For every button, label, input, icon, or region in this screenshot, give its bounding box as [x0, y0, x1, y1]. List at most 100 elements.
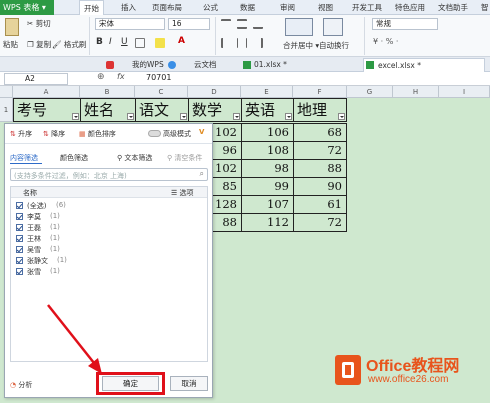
tab-home[interactable]: 开始 — [79, 0, 104, 16]
cell-geography[interactable]: 72 — [293, 213, 347, 232]
tab-content-filter[interactable]: 内容筛选 — [10, 153, 38, 163]
list-item[interactable]: 吴雪 (1) — [16, 245, 196, 255]
tab-more[interactable]: 智 — [481, 0, 489, 15]
header-cell-geography[interactable]: 地理 — [293, 98, 347, 122]
analyze-button[interactable]: ◔ 分析 — [10, 380, 32, 390]
align-top-icon[interactable] — [221, 19, 231, 29]
cell-geography[interactable]: 72 — [293, 141, 347, 160]
header-cell-chinese[interactable]: 语文 — [135, 98, 189, 122]
cell-english[interactable]: 108 — [241, 141, 294, 160]
cell-english[interactable]: 98 — [241, 159, 294, 178]
filter-search-input[interactable]: (支持多条件过滤，例如：北京 上海) ⌕ — [10, 168, 208, 181]
tab-page-layout[interactable]: 页面布局 — [152, 0, 182, 15]
checkbox[interactable] — [16, 235, 23, 242]
tab-doc-assistant[interactable]: 文档助手 — [438, 0, 468, 15]
wrap-text-button[interactable]: 自动换行 — [319, 40, 349, 51]
cell-geography[interactable]: 61 — [293, 195, 347, 214]
merge-center-button[interactable]: 合并居中 ▾ — [283, 40, 319, 51]
header-cell-english[interactable]: 英语 — [241, 98, 294, 122]
header-cell-name[interactable]: 姓名 — [80, 98, 136, 122]
checkbox[interactable] — [16, 213, 23, 220]
checkbox[interactable] — [16, 202, 23, 209]
underline-button[interactable]: U — [121, 37, 128, 47]
tab-view[interactable]: 视图 — [318, 0, 333, 15]
wrap-text-icon[interactable] — [323, 18, 343, 36]
tab-special[interactable]: 特色应用 — [395, 0, 425, 15]
format-painter-button[interactable]: 🖌 格式刷 — [52, 39, 86, 50]
list-item[interactable]: 张静文 (1) — [16, 256, 196, 266]
cancel-button[interactable]: 取消 — [170, 376, 208, 391]
align-left-icon[interactable] — [221, 38, 231, 48]
cell-english[interactable]: 99 — [241, 177, 294, 196]
checkbox[interactable] — [16, 246, 23, 253]
align-bottom-icon[interactable] — [253, 19, 263, 29]
paste-icon[interactable] — [5, 18, 19, 36]
clear-conditions-button[interactable]: ⚲ 清空条件 — [167, 153, 202, 163]
sort-by-color-button[interactable]: ▦ 颜色排序 — [79, 129, 116, 139]
name-box[interactable]: A2 — [4, 73, 68, 85]
list-item[interactable]: 李莫 (1) — [16, 212, 196, 222]
number-format-select[interactable]: 常规 — [372, 18, 438, 30]
tab-data[interactable]: 数据 — [240, 0, 255, 15]
column-header-c[interactable]: C — [135, 86, 188, 98]
header-cell-math[interactable]: 数学 — [188, 98, 242, 122]
tab-developer[interactable]: 开发工具 — [352, 0, 382, 15]
ok-button[interactable]: 确定 — [102, 376, 159, 391]
zoom-icon[interactable]: ⊕ — [97, 72, 105, 82]
currency-icon[interactable]: ¥ · % · — [373, 37, 398, 46]
column-header-i[interactable]: I — [439, 86, 490, 98]
app-menu-button[interactable]: WPS 表格 ▾ — [0, 0, 54, 15]
cell-english[interactable]: 107 — [241, 195, 294, 214]
font-color-icon[interactable]: A — [178, 36, 185, 46]
column-header-b[interactable]: B — [80, 86, 135, 98]
align-center-icon[interactable] — [237, 38, 247, 48]
borders-icon[interactable] — [135, 38, 145, 48]
filter-dropdown-icon[interactable] — [285, 113, 292, 120]
fx-icon[interactable]: fx — [117, 72, 125, 81]
options-button[interactable]: ☰ 选项 — [171, 188, 194, 198]
bold-button[interactable]: B — [96, 37, 103, 47]
cell-geography[interactable]: 68 — [293, 123, 347, 142]
checkbox[interactable] — [16, 224, 23, 231]
checkbox[interactable] — [16, 268, 23, 275]
formula-input[interactable]: 70701 — [146, 73, 171, 82]
tab-insert[interactable]: 插入 — [121, 0, 136, 15]
column-header-d[interactable]: D — [188, 86, 241, 98]
column-header-f[interactable]: F — [293, 86, 347, 98]
header-cell-exam-id[interactable]: 考号 — [13, 98, 81, 122]
checkbox[interactable] — [16, 257, 23, 264]
column-header-g[interactable]: G — [347, 86, 393, 98]
font-family-select[interactable]: 宋体 — [95, 18, 165, 30]
doc-tab-cloud[interactable]: 云文档 — [180, 58, 238, 72]
doc-tab-excel-xlsx[interactable]: excel.xlsx * — [363, 58, 485, 72]
cell-english[interactable]: 112 — [241, 213, 294, 232]
font-size-select[interactable]: 16 — [168, 18, 210, 30]
align-middle-icon[interactable] — [237, 19, 247, 29]
filter-dropdown-icon[interactable] — [338, 113, 345, 120]
doc-tab-01-xlsx[interactable]: 01.xlsx * — [240, 58, 355, 72]
column-header-h[interactable]: H — [393, 86, 439, 98]
cell-english[interactable]: 106 — [241, 123, 294, 142]
paste-button[interactable]: 粘贴 — [3, 39, 18, 50]
filter-dropdown-icon[interactable] — [233, 113, 240, 120]
fill-color-icon[interactable] — [155, 38, 165, 48]
list-item[interactable]: 张雪 (1) — [16, 267, 196, 277]
column-header-e[interactable]: E — [241, 86, 293, 98]
italic-button[interactable]: I — [109, 37, 112, 47]
row-header-1[interactable]: 1 — [0, 98, 13, 122]
select-all-corner[interactable] — [0, 86, 13, 98]
filter-dropdown-icon[interactable] — [180, 113, 187, 120]
cut-button[interactable]: ✂ 剪切 — [27, 18, 51, 29]
search-icon[interactable]: ⌕ — [200, 169, 204, 179]
tab-color-filter[interactable]: 颜色筛选 — [60, 153, 88, 163]
sort-ascending-button[interactable]: ⇅ 升序 — [10, 129, 32, 139]
sort-descending-button[interactable]: ⇅ 降序 — [43, 129, 65, 139]
list-item[interactable]: 王磊 (1) — [16, 223, 196, 233]
align-right-icon[interactable] — [253, 38, 263, 48]
merge-center-icon[interactable] — [285, 18, 313, 36]
copy-button[interactable]: ❐ 复制 — [27, 39, 51, 50]
cell-geography[interactable]: 88 — [293, 159, 347, 178]
tab-formulas[interactable]: 公式 — [203, 0, 218, 15]
advanced-mode-toggle[interactable] — [148, 130, 161, 137]
list-item[interactable]: (全选) (6) — [16, 201, 196, 211]
